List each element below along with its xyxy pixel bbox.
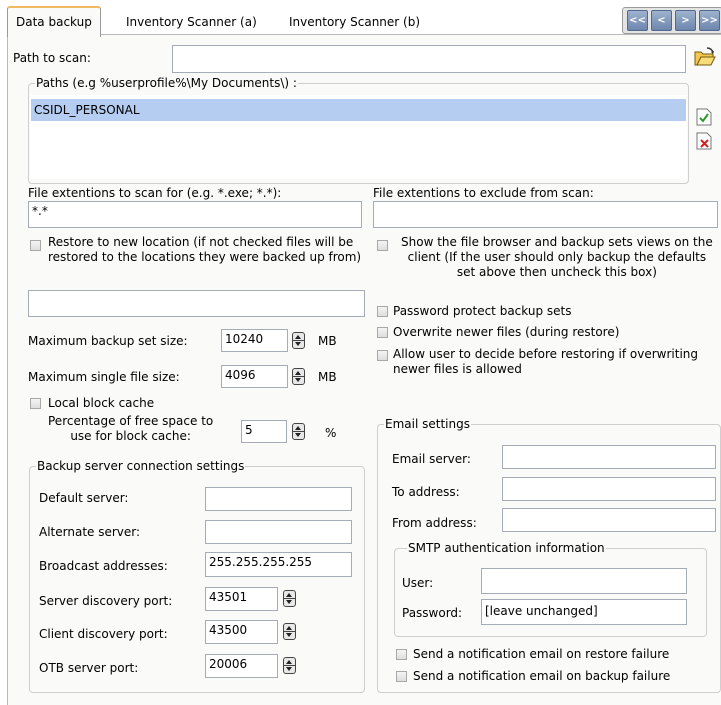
overwrite-newer-label: Overwrite newer files (during restore) <box>393 325 620 339</box>
ext-exclude-label: File extentions to exclude from scan: <box>373 186 594 200</box>
smtp-user-input[interactable] <box>481 568 687 594</box>
notify-restore-checkbox[interactable] <box>396 649 407 660</box>
overwrite-newer-checkbox[interactable] <box>377 327 388 338</box>
max-file-size-input[interactable]: 4096 <box>221 365 288 388</box>
show-file-browser-checkbox[interactable] <box>377 240 388 251</box>
max-file-size-spinner[interactable] <box>292 368 305 385</box>
ext-exclude-input[interactable] <box>373 201 718 228</box>
free-space-spinner[interactable] <box>292 423 305 440</box>
otb-server-port-label: OTB server port: <box>39 661 139 675</box>
next-tab-button[interactable]: > <box>675 10 696 31</box>
allow-user-decide-checkbox[interactable] <box>377 350 388 361</box>
smtp-password-input[interactable]: [leave unchanged] <box>481 599 687 625</box>
add-path-icon[interactable] <box>696 108 712 126</box>
to-address-label: To address: <box>392 485 460 499</box>
max-file-size-label: Maximum single file size: <box>28 370 180 384</box>
max-file-size-unit: MB <box>318 370 337 384</box>
free-space-input[interactable]: 5 <box>241 420 287 443</box>
broadcast-addresses-label: Broadcast addresses: <box>39 559 168 573</box>
alternate-server-input[interactable] <box>205 520 352 544</box>
prev-tab-button[interactable]: < <box>651 10 672 31</box>
default-server-label: Default server: <box>39 491 129 505</box>
tab-inventory-scanner-a[interactable]: Inventory Scanner (a) <box>126 10 257 34</box>
allow-user-decide-label: Allow user to decide before restoring if… <box>393 347 699 376</box>
client-discovery-port-input[interactable]: 43500 <box>205 620 278 644</box>
list-item[interactable]: CSIDL_PERSONAL <box>31 99 686 121</box>
email-server-input[interactable] <box>502 445 716 469</box>
first-tab-button[interactable]: << <box>627 10 648 31</box>
to-address-input[interactable] <box>502 477 716 501</box>
client-discovery-port-label: Client discovery port: <box>39 627 168 641</box>
alternate-server-label: Alternate server: <box>39 525 141 539</box>
notify-restore-label: Send a notification email on restore fai… <box>413 647 670 661</box>
free-space-label: Percentage of free space to use for bloc… <box>48 414 214 443</box>
local-block-cache-label: Local block cache <box>48 396 155 410</box>
smtp-auth-legend: SMTP authentication information <box>408 541 605 555</box>
tab-data-backup[interactable]: Data backup <box>7 6 101 37</box>
email-server-label: Email server: <box>392 452 471 466</box>
server-discovery-port-label: Server discovery port: <box>39 594 173 608</box>
password-protect-checkbox[interactable] <box>377 306 388 317</box>
local-block-cache-checkbox[interactable] <box>30 398 41 409</box>
path-to-scan-input[interactable] <box>172 45 686 73</box>
restore-location-input[interactable] <box>28 290 365 317</box>
server-settings-legend: Backup server connection settings <box>37 459 245 473</box>
restore-new-location-label: Restore to new location (if not checked … <box>48 235 362 264</box>
broadcast-addresses-input[interactable]: 255.255.255.255 <box>205 552 352 577</box>
path-to-scan-label: Path to scan: <box>13 51 91 65</box>
otb-server-port-input[interactable]: 20006 <box>205 654 278 678</box>
server-discovery-port-spinner[interactable] <box>283 590 296 607</box>
ext-include-input[interactable]: *.* <box>28 201 362 228</box>
smtp-password-label: Password: <box>402 606 463 620</box>
client-discovery-port-spinner[interactable] <box>283 623 296 640</box>
paths-legend: Paths (e.g %userprofile%\My Documents\) … <box>36 76 297 90</box>
smtp-user-label: User: <box>402 576 434 590</box>
remove-path-icon[interactable] <box>696 132 712 150</box>
default-server-input[interactable] <box>205 487 352 511</box>
tab-inventory-scanner-b[interactable]: Inventory Scanner (b) <box>289 10 420 34</box>
max-backup-size-label: Maximum backup set size: <box>28 334 188 348</box>
open-folder-icon[interactable] <box>693 45 717 69</box>
max-backup-size-unit: MB <box>318 334 337 348</box>
email-settings-legend: Email settings <box>385 417 470 431</box>
notify-backup-label: Send a notification email on backup fail… <box>413 669 671 683</box>
otb-server-port-spinner[interactable] <box>283 657 296 674</box>
paths-list[interactable]: CSIDL_PERSONAL <box>30 95 687 179</box>
max-backup-size-input[interactable]: 10240 <box>221 329 288 352</box>
ext-include-label: File extentions to scan for (e.g. *.exe;… <box>28 186 282 200</box>
last-tab-button[interactable]: >> <box>699 10 720 31</box>
server-discovery-port-input[interactable]: 43501 <box>205 587 278 611</box>
max-backup-size-spinner[interactable] <box>292 332 305 349</box>
restore-new-location-checkbox[interactable] <box>30 240 41 251</box>
password-protect-label: Password protect backup sets <box>393 304 572 318</box>
show-file-browser-label: Show the file browser and backup sets vi… <box>401 235 713 279</box>
free-space-unit: % <box>325 426 337 440</box>
from-address-label: From address: <box>392 516 477 530</box>
notify-backup-checkbox[interactable] <box>396 671 407 682</box>
from-address-input[interactable] <box>502 508 716 532</box>
